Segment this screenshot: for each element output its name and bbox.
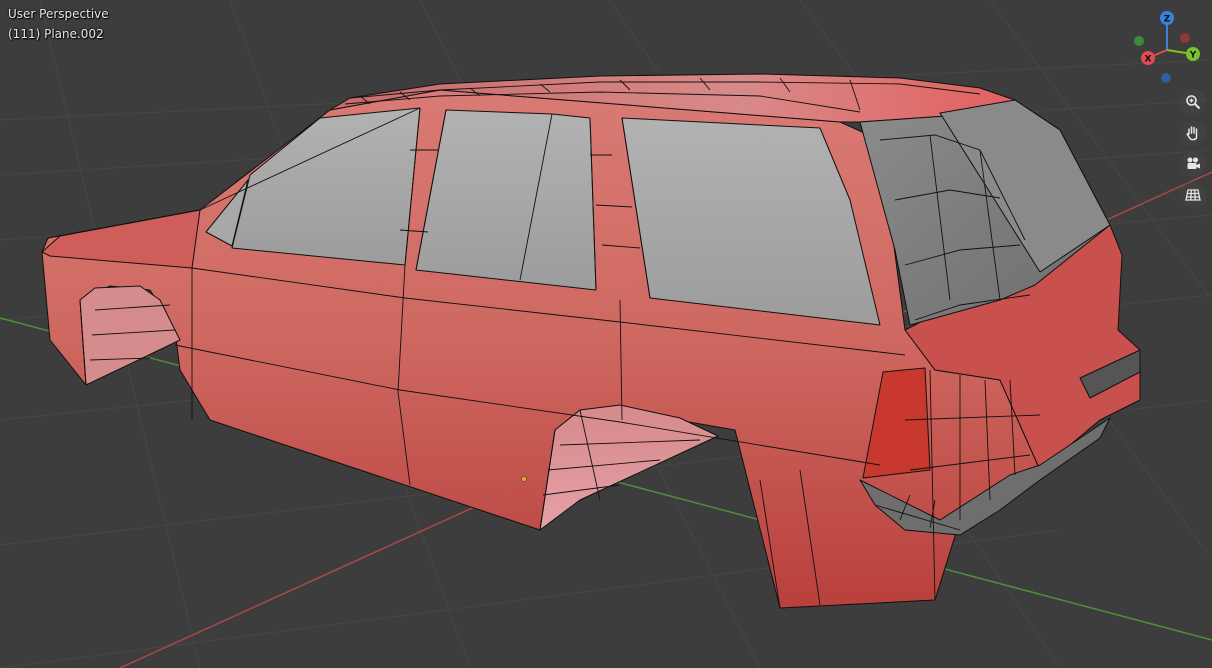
zoom-icon <box>1186 95 1201 110</box>
y-axis-label: Y <box>1189 51 1197 61</box>
navigation-gizmo[interactable]: Z Y X <box>1128 6 1208 86</box>
3d-viewport[interactable]: User Perspective (111) Plane.002 Z Y X <box>0 0 1212 668</box>
window-middle <box>415 109 597 291</box>
camera-icon <box>1187 157 1200 169</box>
x-axis-label: X <box>1145 55 1152 65</box>
zoom-button[interactable] <box>1180 89 1206 115</box>
ortho-toggle-button[interactable] <box>1180 182 1206 208</box>
grid-icon <box>1185 189 1201 201</box>
view-name-label: User Perspective <box>8 7 109 21</box>
object-info-label: (111) Plane.002 <box>8 27 104 41</box>
z-axis-label: Z <box>1164 15 1171 25</box>
neg-y-dot[interactable] <box>1134 36 1144 46</box>
viewport-scene[interactable] <box>0 0 1212 668</box>
neg-z-dot[interactable] <box>1161 73 1171 83</box>
camera-view-button[interactable] <box>1180 151 1206 177</box>
hand-icon <box>1186 126 1198 141</box>
pan-button[interactable] <box>1180 120 1206 146</box>
object-origin <box>521 476 527 482</box>
neg-x-dot[interactable] <box>1180 33 1190 43</box>
window-front <box>231 107 421 266</box>
